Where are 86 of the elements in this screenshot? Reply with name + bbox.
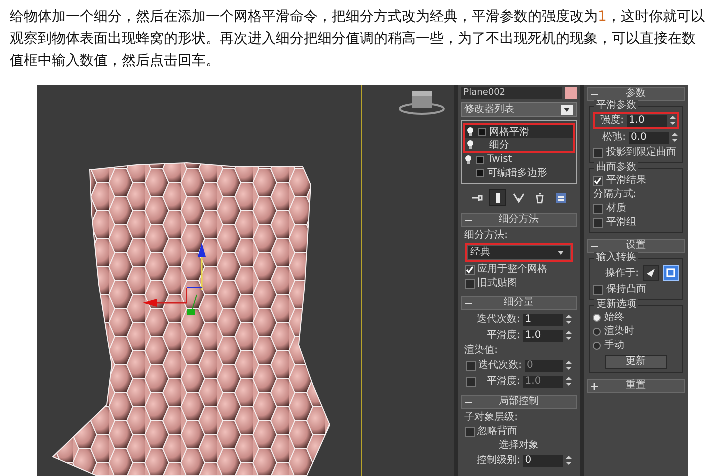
field-label: 松弛: <box>602 131 626 144</box>
rollout-header[interactable]: 细分方法 <box>460 213 578 227</box>
method-dropdown[interactable]: 经典 <box>466 245 572 260</box>
checkbox[interactable] <box>464 426 475 436</box>
number-field[interactable]: 1 <box>523 314 564 326</box>
checkbox[interactable] <box>593 284 604 294</box>
number-field[interactable]: 1.0 <box>626 114 667 126</box>
field-label: 迭代次数: <box>476 313 520 326</box>
number-field[interactable]: 0 <box>523 454 564 466</box>
spinner-arrows-icon[interactable] <box>566 455 572 466</box>
spinner-arrows-icon[interactable] <box>672 132 678 143</box>
checkbox-label: 平滑组 <box>606 216 636 229</box>
field-label: 细分方法: <box>464 229 510 242</box>
rollout-header[interactable]: 设置 <box>587 239 685 253</box>
radio-button[interactable] <box>593 314 602 322</box>
object-name-field[interactable]: Plane002 <box>460 87 562 99</box>
triangle-icon <box>646 268 656 278</box>
rollout-header[interactable]: 局部控制 <box>460 395 578 409</box>
modifier-list-dropdown[interactable]: 修改器列表 <box>460 102 578 117</box>
checkbox[interactable] <box>593 148 604 158</box>
modifier-stack-item[interactable]: Twist <box>462 153 576 166</box>
spinner-arrows-icon[interactable] <box>670 115 676 126</box>
number-field[interactable]: 0.0 <box>628 132 669 144</box>
group-title: 更新选项 <box>594 299 638 311</box>
expand-box-icon[interactable] <box>476 168 484 176</box>
modifier-stack-item[interactable]: 网格平滑 <box>464 125 574 138</box>
checkbox-label: 保持凸面 <box>606 283 646 296</box>
spinner-arrows-icon[interactable] <box>566 376 572 387</box>
color-swatch[interactable] <box>565 87 578 99</box>
viewcube-icon[interactable] <box>398 89 446 115</box>
checkbox-label: 材质 <box>606 202 626 215</box>
stack-tool-button[interactable] <box>489 189 506 206</box>
field-label: 强度: <box>600 114 624 127</box>
field-label: 平滑度: <box>486 329 520 342</box>
field-label: 子对象层级: <box>464 411 520 424</box>
fork-icon <box>512 192 525 204</box>
checkbox[interactable] <box>593 204 604 214</box>
rollout-header[interactable]: 参数 <box>587 87 685 101</box>
spinner-arrows-icon[interactable] <box>566 360 572 371</box>
field-label: 迭代次数: <box>478 359 522 372</box>
radio-button[interactable] <box>593 342 602 350</box>
bin-icon <box>534 192 546 204</box>
number-field[interactable]: 1.0 <box>523 330 564 342</box>
lightbulb-icon[interactable] <box>466 127 474 136</box>
checkbox-label: 应用于整个网格 <box>478 263 548 276</box>
radio-button[interactable] <box>593 328 602 336</box>
checkbox-label: 忽略背面 <box>478 425 518 438</box>
square-mode-button[interactable] <box>662 265 679 281</box>
viewport[interactable] <box>37 85 362 476</box>
checkbox-label: 平滑结果 <box>606 174 646 187</box>
modifier-stack-item[interactable]: 可编辑多边形 <box>462 166 576 179</box>
field-label: 控制级别: <box>476 454 520 467</box>
spinner-arrows-icon[interactable] <box>566 314 572 325</box>
field-label: 选择对象 <box>498 439 540 452</box>
group-title: 曲面参数 <box>594 162 638 174</box>
rollout-header[interactable]: 重置 <box>587 379 685 393</box>
modifier-stack-item[interactable]: 细分 <box>464 138 574 151</box>
field-label: 操作于: <box>606 266 639 280</box>
spinner-arrows-icon[interactable] <box>566 330 572 341</box>
lightbulb-icon[interactable] <box>466 140 474 149</box>
rollout-header[interactable]: 细分量 <box>460 296 578 310</box>
list-icon <box>554 192 567 204</box>
checkbox-label: 投影到限定曲面 <box>606 146 676 159</box>
square-icon <box>666 268 676 278</box>
paragraph: 给物体加一个细分，然后在添加一个网格平滑命令，把细分方式改为经典，平滑参数的强度改为1，这时你就可以观察到物体表面出现蜂窝的形状。再次进入细分把细分值调的稍高一些，为了不出现死机的现象，可以直接在数值框中输入数值，然后点击回车。 <box>9 8 706 71</box>
group-title: 输入转换 <box>594 252 638 264</box>
radio-label: 渲染时 <box>604 325 634 338</box>
checkbox[interactable] <box>464 278 475 288</box>
lightbulb-icon[interactable] <box>464 155 472 164</box>
checkbox[interactable] <box>593 176 604 186</box>
field-label: 渲染值: <box>464 344 500 357</box>
expand-box-icon[interactable] <box>476 156 484 164</box>
transform-gizmo-drawing <box>143 243 206 315</box>
checkbox[interactable] <box>593 218 604 228</box>
update-button[interactable]: 更新 <box>605 355 668 369</box>
triangle-mode-button[interactable] <box>642 265 659 281</box>
field-label: 平滑度: <box>486 375 520 388</box>
radio-label: 手动 <box>604 339 624 352</box>
field-label: 分隔方式: <box>593 188 638 201</box>
checkbox[interactable] <box>464 264 475 274</box>
caret-icon <box>561 104 574 114</box>
group-title: 平滑参数 <box>594 100 638 112</box>
radio-label: 始终 <box>604 311 624 324</box>
plus-icon <box>591 382 598 390</box>
expand-box-icon[interactable] <box>478 128 486 136</box>
checkbox-label: 旧式贴图 <box>478 277 518 290</box>
